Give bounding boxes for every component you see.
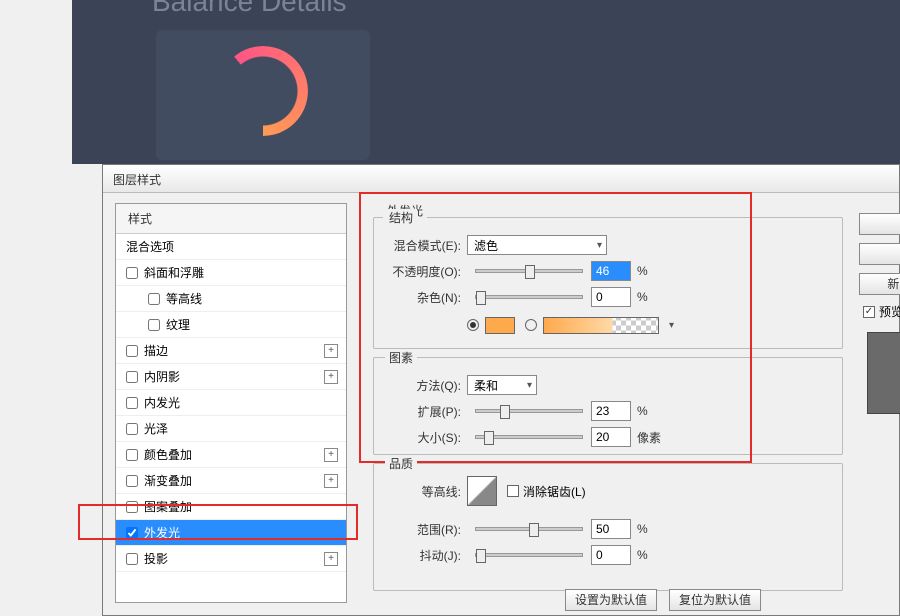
style-label: 斜面和浮雕 (144, 264, 204, 281)
style-checkbox[interactable] (126, 553, 138, 565)
spread-label: 扩展(P): (387, 403, 461, 420)
solid-color-radio[interactable] (467, 319, 479, 331)
add-effect-icon[interactable]: + (324, 448, 338, 462)
style-row-光泽[interactable]: 光泽 (116, 416, 346, 442)
opacity-input[interactable] (591, 261, 631, 281)
style-checkbox[interactable] (126, 397, 138, 409)
noise-input[interactable] (591, 287, 631, 307)
preview-label: 预览(V (879, 303, 900, 320)
blend-options-row[interactable]: 混合选项 (116, 234, 346, 260)
jitter-slider[interactable] (475, 553, 583, 557)
style-checkbox[interactable] (126, 527, 138, 539)
style-label: 颜色叠加 (144, 446, 192, 463)
set-default-button[interactable]: 设置为默认值 (565, 589, 657, 611)
style-row-内阴影[interactable]: 内阴影 + (116, 364, 346, 390)
style-label: 描边 (144, 342, 168, 359)
layer-style-dialog: 图层样式 样式 混合选项 斜面和浮雕等高线纹理描边 + 内阴影 + 内发光光泽颜色叠加 +… (102, 164, 900, 616)
style-checkbox[interactable] (126, 371, 138, 383)
add-effect-icon[interactable]: + (324, 370, 338, 384)
progress-ring (218, 46, 308, 136)
size-label: 大小(S): (387, 429, 461, 446)
style-label: 外发光 (144, 524, 180, 541)
preview-thumbnail (867, 332, 900, 414)
spread-input[interactable] (591, 401, 631, 421)
quality-title: 品质 (385, 455, 417, 472)
structure-title: 结构 (385, 209, 417, 226)
size-slider[interactable] (475, 435, 583, 439)
opacity-label: 不透明度(O): (387, 263, 461, 280)
method-select[interactable]: 柔和 (467, 375, 537, 395)
style-row-颜色叠加[interactable]: 颜色叠加 + (116, 442, 346, 468)
new-style-button[interactable]: 新建样式(W (859, 273, 900, 295)
style-checkbox[interactable] (126, 449, 138, 461)
styles-list-panel: 样式 混合选项 斜面和浮雕等高线纹理描边 + 内阴影 + 内发光光泽颜色叠加 + 渐变叠加 +… (115, 203, 347, 603)
preview-checkbox[interactable]: ✓ (863, 306, 875, 318)
style-checkbox[interactable] (148, 319, 160, 331)
add-effect-icon[interactable]: + (324, 552, 338, 566)
style-row-纹理[interactable]: 纹理 (116, 312, 346, 338)
add-effect-icon[interactable]: + (324, 474, 338, 488)
add-effect-icon[interactable]: + (324, 344, 338, 358)
range-slider[interactable] (475, 527, 583, 531)
blend-mode-select[interactable]: 滤色 (467, 235, 607, 255)
jitter-label: 抖动(J): (387, 547, 461, 564)
style-row-图案叠加[interactable]: 图案叠加 (116, 494, 346, 520)
style-label: 渐变叠加 (144, 472, 192, 489)
blend-mode-label: 混合模式(E): (387, 237, 461, 254)
styles-header[interactable]: 样式 (116, 204, 346, 234)
antialias-label: 消除锯齿(L) (523, 483, 586, 500)
range-label: 范围(R): (387, 521, 461, 538)
cancel-button[interactable]: 复位 (859, 243, 900, 265)
style-label: 内发光 (144, 394, 180, 411)
spread-slider[interactable] (475, 409, 583, 413)
antialias-checkbox[interactable] (507, 485, 519, 497)
style-checkbox[interactable] (126, 475, 138, 487)
style-checkbox[interactable] (126, 267, 138, 279)
contour-label: 等高线: (387, 483, 461, 500)
range-input[interactable] (591, 519, 631, 539)
size-input[interactable] (591, 427, 631, 447)
style-row-外发光[interactable]: 外发光 (116, 520, 346, 546)
gradient-picker[interactable] (543, 317, 659, 334)
style-label: 光泽 (144, 420, 168, 437)
style-checkbox[interactable] (148, 293, 160, 305)
noise-slider[interactable] (475, 295, 583, 299)
elements-title: 图素 (385, 349, 417, 366)
jitter-input[interactable] (591, 545, 631, 565)
color-swatch[interactable] (485, 317, 515, 334)
dialog-buttons: 确定 复位 新建样式(W ✓ 预览(V (859, 213, 900, 414)
style-label: 内阴影 (144, 368, 180, 385)
style-row-内发光[interactable]: 内发光 (116, 390, 346, 416)
balance-card (156, 30, 370, 160)
reset-default-button[interactable]: 复位为默认值 (669, 589, 761, 611)
style-row-投影[interactable]: 投影 + (116, 546, 346, 572)
dialog-titlebar[interactable]: 图层样式 (103, 165, 899, 193)
ok-button[interactable]: 确定 (859, 213, 900, 235)
style-row-斜面和浮雕[interactable]: 斜面和浮雕 (116, 260, 346, 286)
style-label: 图案叠加 (144, 498, 192, 515)
style-checkbox[interactable] (126, 501, 138, 513)
gradient-radio[interactable] (525, 319, 537, 331)
noise-label: 杂色(N): (387, 289, 461, 306)
design-canvas: Balance Details (72, 0, 900, 164)
method-label: 方法(Q): (387, 377, 461, 394)
style-label: 等高线 (166, 290, 202, 307)
style-checkbox[interactable] (126, 423, 138, 435)
opacity-slider[interactable] (475, 269, 583, 273)
style-row-描边[interactable]: 描边 + (116, 338, 346, 364)
contour-picker[interactable] (467, 476, 497, 506)
style-row-等高线[interactable]: 等高线 (116, 286, 346, 312)
canvas-heading: Balance Details (152, 0, 347, 18)
style-label: 投影 (144, 550, 168, 567)
style-row-渐变叠加[interactable]: 渐变叠加 + (116, 468, 346, 494)
style-label: 纹理 (166, 316, 190, 333)
style-checkbox[interactable] (126, 345, 138, 357)
